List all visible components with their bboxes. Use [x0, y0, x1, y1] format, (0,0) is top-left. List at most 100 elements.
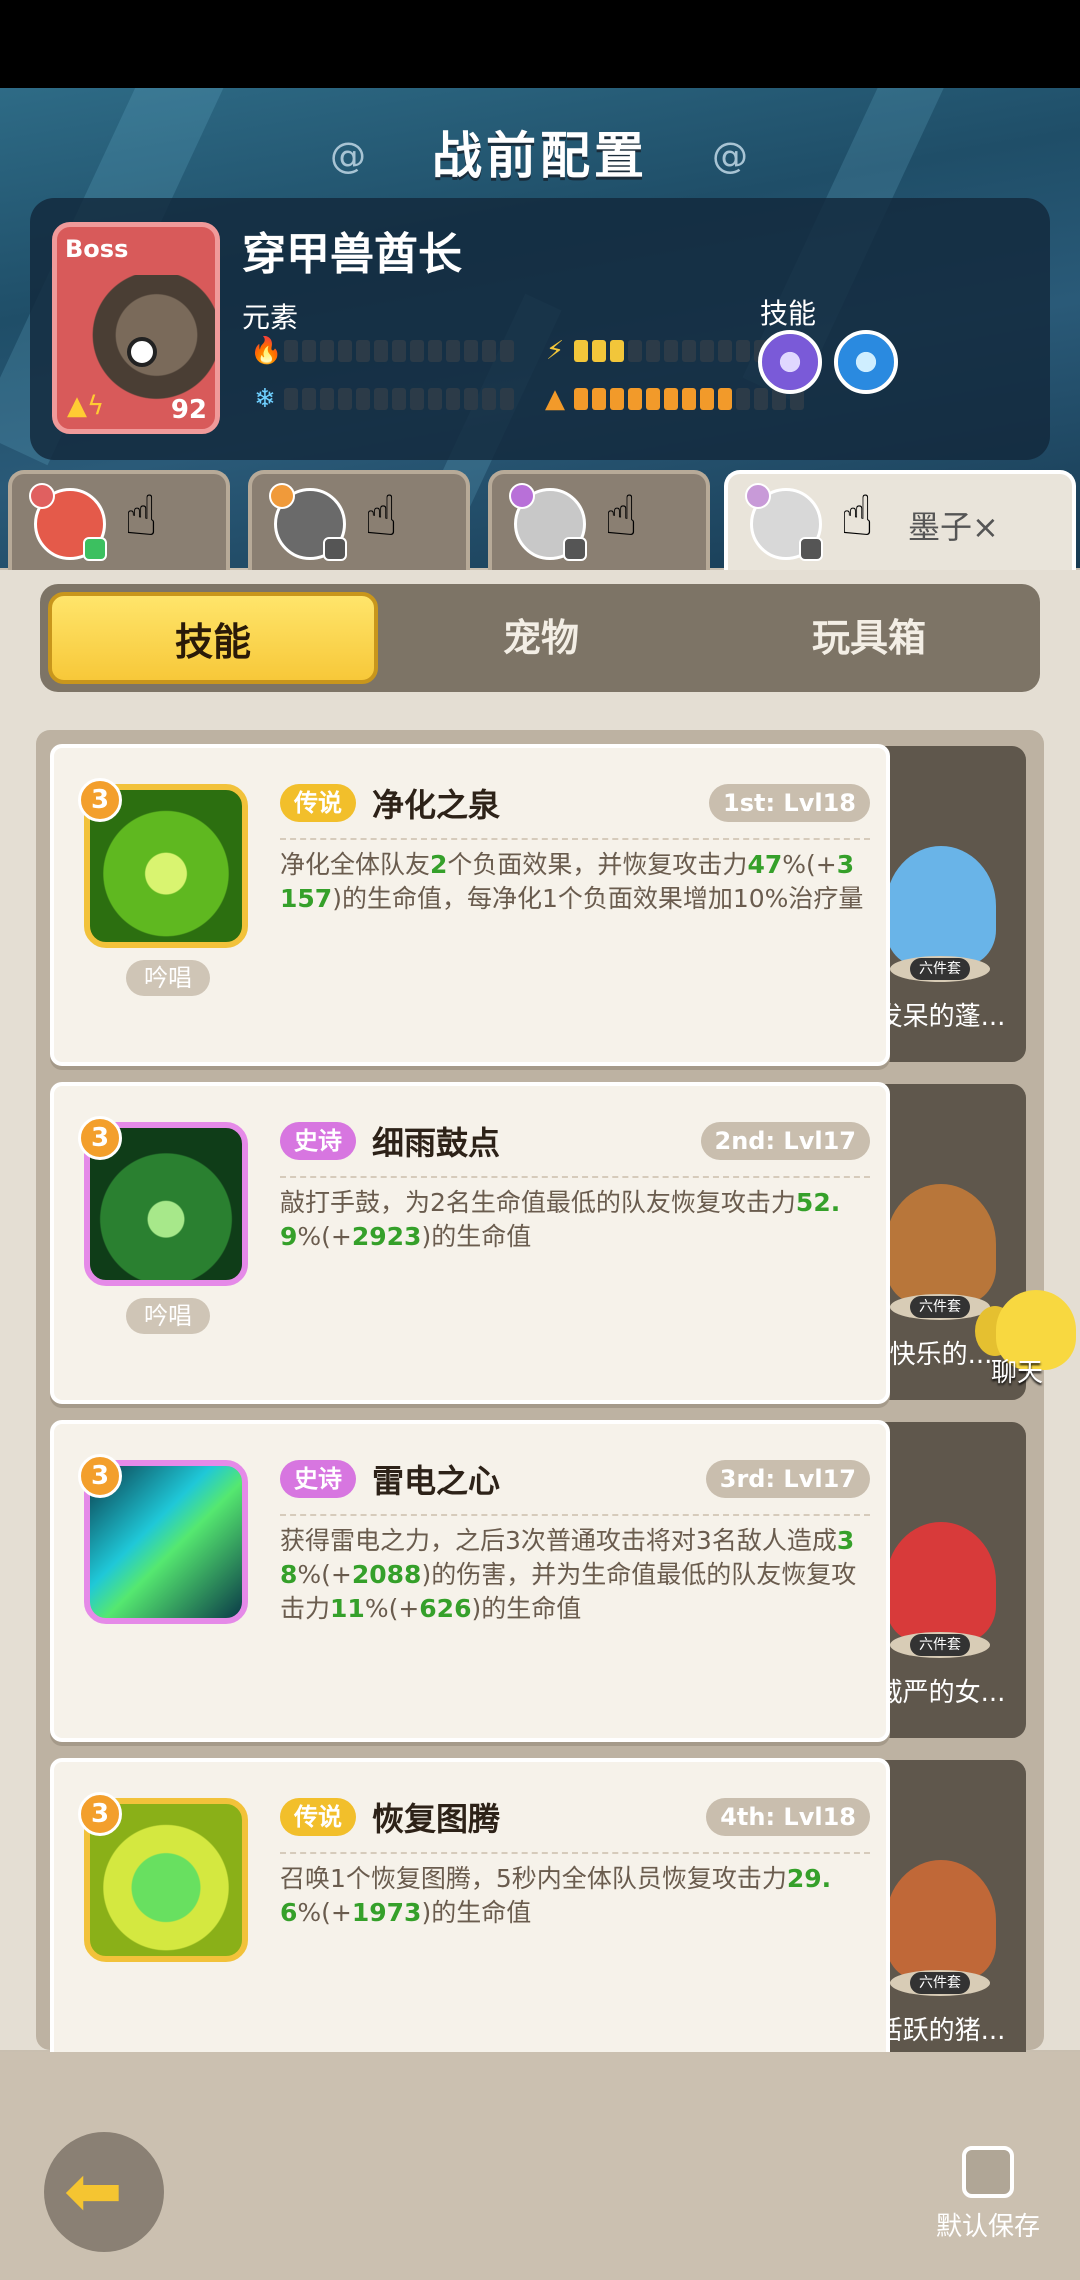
- element-bar-segment: [700, 340, 714, 362]
- element-bar-segment: [284, 340, 298, 362]
- element-bar-segment: [592, 388, 606, 410]
- hand-gesture-icon: ☝: [604, 484, 639, 549]
- skill-slot-level: 2nd: Lvl17: [700, 1122, 870, 1160]
- star-level-badge: 3: [78, 1116, 122, 1160]
- element-bar-segment: [700, 388, 714, 410]
- tab-toybox[interactable]: 玩具箱: [704, 592, 1034, 684]
- pet-set-badge: 六件套: [910, 1972, 970, 1994]
- rarity-badge: 史诗: [280, 1122, 356, 1160]
- teammate-name: 墨子×: [908, 508, 999, 546]
- pet-set-badge: 六件套: [910, 1296, 970, 1318]
- skill-card[interactable]: 3 传说 恢复图腾 4th: Lvl18 召唤1个恢复图腾，5秒内全体队员恢复攻…: [50, 1758, 890, 2080]
- team-tabs: ☝ ☝ ☝ ☝ 墨子×: [0, 470, 1080, 570]
- element-bar-segment: [482, 340, 496, 362]
- skill-description: 召唤1个恢复图腾，5秒内全体队员恢复攻击力29.6%(+1973)的生命值: [280, 1864, 832, 1927]
- element-bar-segment: [410, 388, 424, 410]
- element-bar-segment: [302, 340, 316, 362]
- tab-skills[interactable]: 技能: [48, 592, 378, 684]
- swirl-ornament-icon: @: [712, 136, 748, 177]
- element-bar-segment: [428, 340, 442, 362]
- boss-info-card: Boss ▲ϟ 92 穿甲兽酋长 元素 技能 🔥 ⚡ ❄ ▲: [30, 198, 1050, 460]
- status-bar: [0, 0, 1080, 88]
- hand-gesture-icon: ☝: [840, 484, 875, 549]
- star-level-badge: 3: [78, 778, 122, 822]
- element-bar-ice: ❄: [250, 384, 514, 414]
- team-slot-1[interactable]: ☝: [8, 470, 230, 570]
- element-bar-segment: [610, 388, 624, 410]
- element-bar-segment: [718, 388, 732, 410]
- boss-level: 92: [170, 395, 207, 425]
- element-bar-segment: [646, 388, 660, 410]
- boss-skill-orb-2[interactable]: [834, 330, 898, 394]
- skill-description: 净化全体队友2个负面效果，并恢复攻击力47%(+3157)的生命值，每净化1个负…: [280, 850, 864, 913]
- element-bar-segment: [374, 340, 388, 362]
- hero-avatar: [745, 483, 823, 561]
- hand-gesture-icon: ☝: [124, 484, 159, 549]
- chant-tag: 吟唱: [126, 1298, 210, 1334]
- element-bar-segment: [592, 340, 606, 362]
- element-bar-segment: [500, 340, 514, 362]
- skill-slot-level: 1st: Lvl18: [709, 784, 870, 822]
- element-bar-segment: [428, 388, 442, 410]
- rarity-badge: 传说: [280, 784, 356, 822]
- divider: [280, 838, 870, 840]
- config-panel: 技能 宠物 玩具箱 六件套 发呆的蓬... 3 吟唱 传说 净化之泉 1st: …: [0, 570, 1080, 2080]
- boss-portrait[interactable]: Boss ▲ϟ 92: [52, 222, 220, 434]
- skill-name: 净化之泉: [372, 786, 501, 824]
- element-bar-segment: [302, 388, 316, 410]
- element-bar-segment: [464, 340, 478, 362]
- skill-slot-level: 3rd: Lvl17: [705, 1460, 870, 1498]
- chant-tag: 吟唱: [126, 960, 210, 996]
- element-bar-segment: [574, 388, 588, 410]
- bottom-bar: ⬅ 默认保存: [0, 2052, 1080, 2280]
- element-bar-segment: [664, 388, 678, 410]
- hand-gesture-icon: ☝: [364, 484, 399, 549]
- rank-badge: [269, 483, 295, 509]
- category-tabs: 技能 宠物 玩具箱: [40, 584, 1040, 692]
- element-bar-segment: [356, 388, 370, 410]
- pet-set-badge: 六件套: [910, 958, 970, 980]
- page-title: 战前配置: [432, 127, 648, 185]
- element-bar-segment: [338, 388, 352, 410]
- chat-button[interactable]: 聊天: [975, 1290, 1080, 1400]
- boss-name: 穿甲兽酋长: [242, 229, 462, 280]
- tab-pets[interactable]: 宠物: [376, 592, 706, 684]
- pet-figure: [886, 1522, 996, 1642]
- chat-chip-icon: [563, 537, 587, 561]
- element-bar-segment: [610, 340, 624, 362]
- team-slot-2[interactable]: ☝: [248, 470, 470, 570]
- skill-card[interactable]: 3 史诗 雷电之心 3rd: Lvl17 获得雷电之力，之后3次普通攻击将对3名…: [50, 1420, 890, 1742]
- element-label: 元素: [242, 301, 299, 334]
- skill-card[interactable]: 3 吟唱 史诗 细雨鼓点 2nd: Lvl17 敲打手鼓，为2名生命值最低的队友…: [50, 1082, 890, 1404]
- rarity-badge: 传说: [280, 1798, 356, 1836]
- element-bar-segment: [356, 340, 370, 362]
- element-bar-segment: [446, 388, 460, 410]
- boss-skill-orb-1[interactable]: [758, 330, 822, 394]
- element-bar-segment: [392, 388, 406, 410]
- element-bar-segment: [500, 388, 514, 410]
- element-bar-segment: [482, 388, 496, 410]
- team-slot-3[interactable]: ☝: [488, 470, 710, 570]
- chat-chip-icon: [323, 537, 347, 561]
- earth-lightning-icon: ▲ϟ: [67, 391, 105, 421]
- element-bar-segment: [754, 388, 768, 410]
- rarity-badge: 史诗: [280, 1460, 356, 1498]
- lightning-icon: ⚡: [545, 336, 565, 366]
- divider: [280, 1852, 870, 1854]
- skill-name: 雷电之心: [372, 1462, 501, 1500]
- default-save-checkbox[interactable]: [962, 2146, 1014, 2198]
- skill-description: 获得雷电之力，之后3次普通攻击将对3名敌人造成38%(+2088)的伤害，并为生…: [280, 1526, 857, 1623]
- pet-figure: [886, 1184, 996, 1304]
- earth-icon: ▲: [545, 384, 565, 414]
- hero-avatar: [509, 483, 587, 561]
- close-icon[interactable]: ×: [972, 508, 999, 546]
- skill-description: 敲打手鼓，为2名生命值最低的队友恢复攻击力52.9%(+2923)的生命值: [280, 1188, 841, 1251]
- back-button[interactable]: ⬅: [44, 2132, 164, 2252]
- back-arrow-icon: ⬅: [64, 2150, 123, 2232]
- chat-chip-icon: [799, 537, 823, 561]
- skill-card[interactable]: 3 吟唱 传说 净化之泉 1st: Lvl18 净化全体队友2个负面效果，并恢复…: [50, 744, 890, 1066]
- fire-icon: 🔥: [250, 336, 283, 366]
- team-slot-4[interactable]: ☝ 墨子×: [724, 470, 1076, 570]
- element-bar-segment: [464, 388, 478, 410]
- element-bar-segment: [320, 340, 334, 362]
